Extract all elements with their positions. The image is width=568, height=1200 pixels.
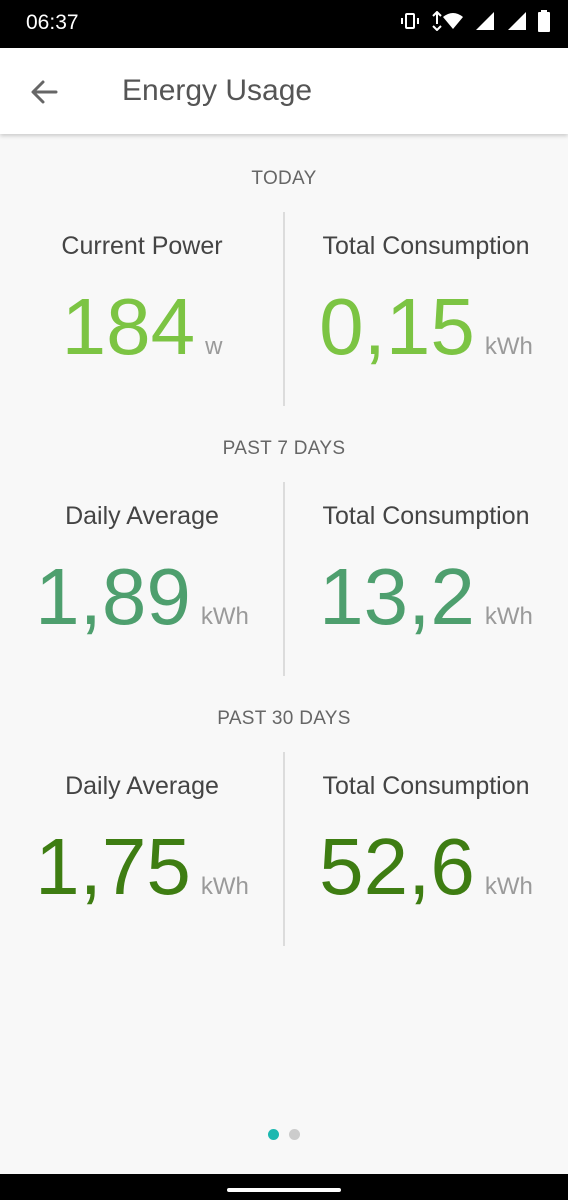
page-indicator: [0, 1129, 568, 1140]
battery-icon: [538, 10, 550, 37]
stat-unit: kWh: [484, 873, 533, 900]
section-label-past-7-days: PAST 7 DAYS: [222, 438, 346, 459]
stat-label: Total Consumption: [322, 502, 530, 530]
stat-value: 0,15: [319, 282, 475, 371]
stat-value: 1,89: [35, 552, 191, 641]
stat-label: Current Power: [61, 232, 223, 260]
app-bar: Energy Usage: [0, 48, 568, 134]
status-time: 06:37: [26, 11, 79, 34]
stat-daily-average-7: Daily Average 1,89 kWh: [0, 502, 284, 637]
stat-total-consumption-30: Total Consumption 52,6 kWh: [284, 772, 568, 907]
stat-label: Total Consumption: [322, 772, 530, 800]
stat-label: Daily Average: [65, 772, 219, 800]
stat-label: Total Consumption: [322, 232, 530, 260]
stat-unit: kWh: [200, 873, 249, 900]
stat-label: Daily Average: [65, 502, 219, 530]
stat-unit: kWh: [484, 333, 533, 360]
vibrate-icon: [400, 11, 420, 36]
status-bar: 06:37: [0, 0, 568, 48]
page-title: Energy Usage: [122, 74, 313, 107]
stat-total-consumption-7: Total Consumption 13,2 kWh: [284, 502, 568, 637]
stat-current-power: Current Power 184 w: [0, 232, 284, 367]
wifi-icon: [430, 10, 464, 36]
system-nav-bar: [0, 1174, 568, 1200]
page-dot-active[interactable]: [268, 1129, 279, 1140]
stat-value: 184: [61, 282, 196, 371]
section-label-today: TODAY: [251, 168, 317, 189]
stat-unit: kWh: [200, 603, 249, 630]
signal-icon: [506, 11, 528, 36]
section-label-past-30-days: PAST 30 DAYS: [217, 708, 351, 729]
stat-value: 13,2: [319, 552, 475, 641]
stat-value: 1,75: [35, 822, 191, 911]
signal-icon: [474, 11, 496, 36]
page-dot[interactable]: [289, 1129, 300, 1140]
arrow-left-icon[interactable]: [26, 74, 62, 110]
stat-total-consumption-today: Total Consumption 0,15 kWh: [284, 232, 568, 367]
stat-unit: w: [205, 333, 223, 360]
home-handle[interactable]: [227, 1188, 341, 1192]
stat-value: 52,6: [319, 822, 475, 911]
stat-unit: kWh: [484, 603, 533, 630]
stat-daily-average-30: Daily Average 1,75 kWh: [0, 772, 284, 907]
